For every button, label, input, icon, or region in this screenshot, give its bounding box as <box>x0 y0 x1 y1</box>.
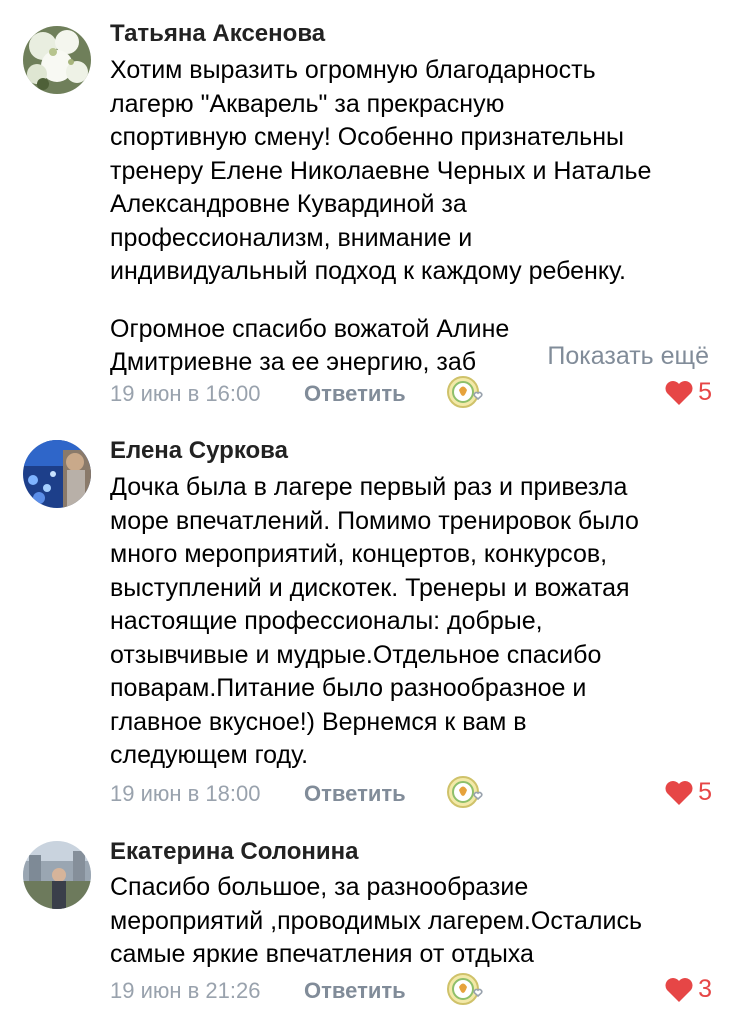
author-name[interactable]: Татьяна Аксенова <box>110 20 325 48</box>
group-reaction-icon <box>447 376 483 408</box>
reaction-button[interactable] <box>446 972 488 1006</box>
text-line: мероприятий ,проводимых лагерем.Остались <box>110 906 642 935</box>
author-name[interactable]: Екатерина Солонина <box>110 838 358 866</box>
show-more-link[interactable]: Показать ещё <box>541 340 709 374</box>
text-line: Дочка была в лагере первый раз и привезл… <box>110 473 628 501</box>
like-button[interactable]: 5 <box>664 378 712 407</box>
text-line: лагерю "Акварель" за прекрасную <box>110 89 505 118</box>
comment-date[interactable]: 19 июн в 18:00 <box>110 781 261 807</box>
text-line: Хотим выразить огромную благодарность <box>110 56 596 84</box>
comment-date[interactable]: 19 июн в 21:26 <box>110 978 261 1004</box>
text-line: поварам.Питание было разнообразное и <box>110 674 587 702</box>
text-fade <box>488 340 528 373</box>
reply-button[interactable]: Ответить <box>304 781 406 807</box>
text-line: море впечатлений. Помимо тренировок было <box>110 506 639 535</box>
reaction-button[interactable] <box>446 775 488 809</box>
text-line: спортивную смену! Особенно признательны <box>110 123 624 151</box>
like-count: 5 <box>698 378 712 406</box>
comment-date[interactable]: 19 июн в 16:00 <box>110 381 261 407</box>
avatar[interactable] <box>23 440 91 508</box>
text-line: следующем году. <box>110 741 309 769</box>
text-line: отзывчивые и мудрые.Отдельное спасибо <box>110 640 602 669</box>
group-reaction-icon <box>447 776 483 808</box>
like-count: 5 <box>698 778 712 806</box>
text-line: выступлений и дискотек. Тренеры и вожата… <box>110 573 630 602</box>
avatar-photo-city-icon <box>23 841 91 909</box>
group-reaction-icon <box>447 973 483 1005</box>
comment-meta: 19 июн в 16:00 Ответить 5 <box>110 376 712 411</box>
text-line: главное вкусное!) Вернемся к вам в <box>110 707 527 736</box>
heart-icon <box>665 380 693 405</box>
avatar-photo-aquarium-icon <box>23 440 91 508</box>
text-line: настоящие профессионалы: добрые, <box>110 607 543 635</box>
text-line: много мероприятий, концертов, конкурсов, <box>110 540 608 568</box>
like-count: 3 <box>698 975 712 1003</box>
avatar[interactable] <box>23 841 91 909</box>
text-line: профессионализм, внимание и <box>110 223 473 252</box>
text-line: тренеру Елене Николаевне Черных и Наталь… <box>110 156 652 185</box>
heart-icon <box>665 780 693 805</box>
author-name[interactable]: Елена Суркова <box>110 437 288 465</box>
comment-meta: 19 июн в 18:00 Ответить 5 <box>110 776 712 811</box>
comment-text: Спасибо большое, за разнообразие меропри… <box>110 871 710 972</box>
heart-icon <box>665 977 693 1002</box>
text-line: индивидуальный подход к каждому ребенку. <box>110 257 627 285</box>
text-line: Александровне Кувардиной за <box>110 190 467 218</box>
comment-text: Дочка была в лагере первый раз и привезл… <box>110 471 710 773</box>
like-button[interactable]: 3 <box>664 975 712 1004</box>
avatar-photo-flowers-icon <box>23 26 91 94</box>
like-button[interactable]: 5 <box>664 778 712 807</box>
reply-button[interactable]: Ответить <box>304 978 406 1004</box>
text-line: самые яркие впечатления от отдыха <box>110 940 534 968</box>
avatar[interactable] <box>23 26 91 94</box>
reply-button[interactable]: Ответить <box>304 381 406 407</box>
comment-meta: 19 июн в 21:26 Ответить 3 <box>110 973 712 1008</box>
text-line: Спасибо большое, за разнообразие <box>110 873 529 901</box>
comment-text: Хотим выразить огромную благодарность ла… <box>110 54 710 380</box>
reaction-button[interactable] <box>446 375 488 409</box>
